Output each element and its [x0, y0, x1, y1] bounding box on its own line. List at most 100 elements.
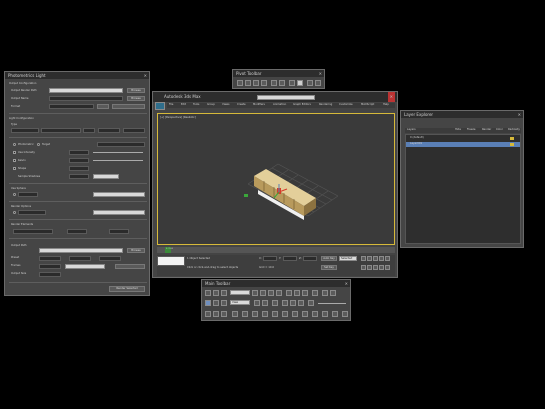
- effects-icon[interactable]: [252, 311, 258, 317]
- app-logo-icon[interactable]: [155, 102, 165, 110]
- render-value[interactable]: [93, 210, 145, 215]
- menu-item-views[interactable]: Views: [222, 103, 230, 106]
- timeline-bar[interactable]: 0 / 100: [157, 247, 395, 253]
- select-icon[interactable]: [252, 290, 258, 296]
- use-intensity-checkbox[interactable]: [13, 151, 16, 154]
- modify-icon[interactable]: [342, 311, 348, 317]
- pivot-tool-icon[interactable]: [271, 80, 277, 86]
- pivot-tool-icon[interactable]: [307, 80, 313, 86]
- reference-coord-dropdown[interactable]: View: [230, 300, 250, 305]
- output-path-field[interactable]: [49, 88, 123, 93]
- sphere-radio[interactable]: [13, 193, 16, 196]
- z-coordinate-field[interactable]: [303, 256, 317, 261]
- output-size-field[interactable]: [39, 272, 61, 277]
- kelvin-field[interactable]: [69, 158, 89, 163]
- snap-toggle-icon[interactable]: [205, 300, 211, 306]
- render-selected-button[interactable]: Render Selected: [109, 286, 145, 292]
- zoom-all-icon[interactable]: [367, 265, 372, 270]
- output-name-field[interactable]: [49, 96, 123, 101]
- menu-item-customize[interactable]: Customize: [339, 103, 353, 106]
- output-path-field-2[interactable]: [39, 248, 123, 253]
- browse-button[interactable]: Browse: [127, 88, 145, 93]
- shape-checkbox[interactable]: [13, 167, 16, 170]
- pivot-center-icon[interactable]: [312, 290, 318, 296]
- color-swatch[interactable]: [510, 137, 514, 140]
- play-icon[interactable]: [373, 256, 378, 261]
- menu-item-tools[interactable]: Tools: [193, 103, 199, 106]
- keyboard-shortcut-icon[interactable]: [330, 290, 336, 296]
- go-to-start-icon[interactable]: [361, 256, 366, 261]
- angle-snap-icon[interactable]: [213, 300, 219, 306]
- align-icon[interactable]: [262, 300, 268, 306]
- pivot-tool-icon[interactable]: [245, 80, 251, 86]
- zoom-icon[interactable]: [361, 265, 366, 270]
- table-row[interactable]: 0 (default): [406, 136, 520, 141]
- curve-editor-icon[interactable]: [282, 300, 288, 306]
- close-icon[interactable]: ✕: [345, 280, 348, 287]
- mirror-icon[interactable]: [254, 300, 260, 306]
- color-swatch[interactable]: [510, 143, 514, 146]
- undo-icon[interactable]: [205, 290, 211, 296]
- type-field-5[interactable]: [123, 128, 145, 133]
- photometric-dropdown[interactable]: [97, 142, 145, 147]
- render-radio[interactable]: [13, 211, 16, 214]
- preset-field-3[interactable]: [99, 256, 121, 261]
- go-to-end-icon[interactable]: [385, 256, 390, 261]
- browse-button-2[interactable]: Browse: [127, 96, 145, 101]
- rotate-icon[interactable]: [294, 290, 300, 296]
- kelvin-checkbox[interactable]: [13, 159, 16, 162]
- auto-key-button[interactable]: Auto Key: [321, 256, 337, 261]
- set-key-button[interactable]: Set Key: [321, 265, 337, 270]
- menu-item-edit[interactable]: Edit: [181, 103, 186, 106]
- particle-view-icon[interactable]: [282, 311, 288, 317]
- previous-frame-icon[interactable]: [367, 256, 372, 261]
- pivot-tool-icon[interactable]: [237, 80, 243, 86]
- schematic-view-icon[interactable]: [290, 300, 296, 306]
- pivot-tool-icon[interactable]: [253, 80, 259, 86]
- menu-item-modifiers[interactable]: Modifiers: [253, 103, 265, 106]
- layer-manager-icon[interactable]: [272, 300, 278, 306]
- menu-item-file[interactable]: File: [169, 103, 173, 106]
- close-icon[interactable]: ✕: [144, 72, 147, 79]
- render-elements-field[interactable]: [13, 229, 53, 234]
- utilities-icon[interactable]: [312, 311, 318, 317]
- select-by-name-icon[interactable]: [260, 290, 266, 296]
- render-elements-field-3[interactable]: [109, 229, 129, 234]
- ribbon-toggle-icon[interactable]: [262, 311, 268, 317]
- browse-button-3[interactable]: Browse: [127, 248, 145, 253]
- kelvin-slider[interactable]: [93, 160, 143, 161]
- close-icon[interactable]: ✕: [319, 70, 322, 77]
- hierarchy-icon[interactable]: [302, 311, 308, 317]
- scene-explorer-icon[interactable]: [292, 311, 298, 317]
- material-editor-icon[interactable]: [298, 300, 304, 306]
- menu-item-rendering[interactable]: Rendering: [319, 103, 332, 106]
- scale-icon[interactable]: [302, 290, 308, 296]
- intensity-field[interactable]: [69, 150, 89, 155]
- render-setup-icon[interactable]: [308, 300, 314, 306]
- render-elements-field-2[interactable]: [67, 229, 87, 234]
- display-icon[interactable]: [322, 311, 328, 317]
- shape-field[interactable]: [69, 166, 89, 171]
- preset-field[interactable]: [39, 256, 61, 261]
- format-option-button[interactable]: [97, 104, 109, 109]
- column-radiosity[interactable]: Radiosity: [508, 128, 520, 131]
- link-icon[interactable]: [221, 290, 227, 296]
- pivot-tool-icon[interactable]: [289, 80, 295, 86]
- type-field-4[interactable]: [98, 128, 120, 133]
- quick-render-icon[interactable]: [232, 311, 238, 317]
- pivot-tool-icon[interactable]: [297, 80, 303, 86]
- column-color[interactable]: Color: [496, 128, 503, 131]
- motion-icon[interactable]: [332, 311, 338, 317]
- small-object[interactable]: [244, 194, 248, 197]
- close-icon[interactable]: ✕: [387, 92, 395, 102]
- frames-field[interactable]: [39, 264, 61, 269]
- track-view-icon[interactable]: [272, 311, 278, 317]
- render-frame-icon[interactable]: [205, 311, 211, 317]
- frames-value[interactable]: [65, 264, 105, 269]
- frames-button[interactable]: [115, 264, 145, 269]
- menu-item-help[interactable]: Help: [383, 103, 389, 106]
- column-render[interactable]: Render: [482, 128, 491, 131]
- sphere-value[interactable]: [93, 192, 145, 197]
- menu-item-maxscript[interactable]: MAXScript: [361, 103, 374, 106]
- manipulate-icon[interactable]: [322, 290, 328, 296]
